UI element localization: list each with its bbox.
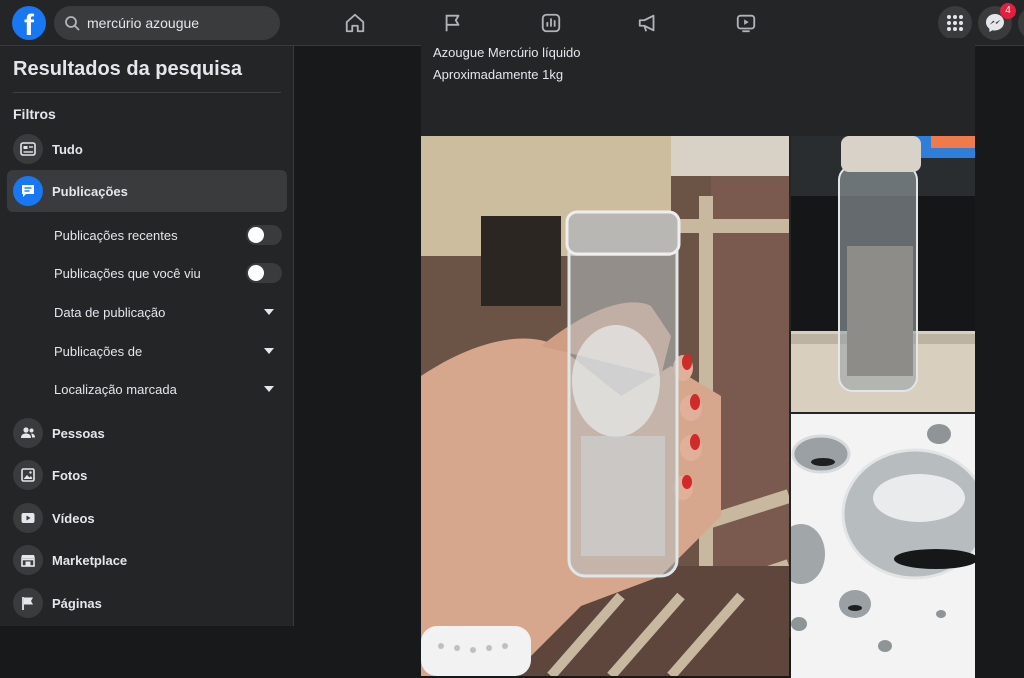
menu-grid-button[interactable]: [938, 6, 972, 40]
post-text-line: Azougue Mercúrio líquido: [433, 45, 581, 60]
all-results-icon: [13, 134, 43, 164]
sidebar-item-label: Páginas: [52, 595, 102, 611]
notification-badge: 4: [1000, 3, 1016, 19]
sidebar-item-label: Pessoas: [52, 425, 105, 441]
marketplace-icon: [13, 545, 43, 575]
notifications-button-partial[interactable]: [1018, 6, 1024, 40]
filter-posts-from[interactable]: Publicações de: [54, 337, 282, 365]
sidebar-item-label: Marketplace: [52, 552, 128, 568]
sidebar-item-people[interactable]: Pessoas: [7, 412, 287, 454]
flag-icon[interactable]: [438, 8, 468, 38]
filter-label: Localização marcada: [54, 381, 177, 397]
post-photo-hand-jar[interactable]: [421, 136, 789, 676]
sidebar-item-label: Vídeos: [52, 510, 95, 526]
filter-date-posted[interactable]: Data de publicação: [54, 298, 282, 326]
pages-icon: [13, 588, 43, 618]
grid-icon: [947, 15, 963, 31]
post-text-line: Aproximadamente 1kg: [433, 67, 564, 82]
sidebar-item-posts[interactable]: Publicações: [7, 170, 287, 212]
recent-posts-toggle[interactable]: [246, 225, 282, 245]
filter-label: Publicações recentes: [54, 227, 178, 243]
megaphone-icon[interactable]: [633, 8, 663, 38]
sidebar-item-pages[interactable]: Páginas: [7, 582, 287, 624]
filter-label: Publicações que você viu: [54, 265, 201, 281]
videos-icon: [13, 503, 43, 533]
sidebar-item-videos[interactable]: Vídeos: [7, 497, 287, 539]
sidebar-item-all[interactable]: Tudo: [7, 128, 287, 170]
posts-seen-toggle[interactable]: [246, 263, 282, 283]
post-photo-jar-shelf[interactable]: [791, 136, 975, 412]
people-icon: [13, 418, 43, 448]
caret-down-icon: [264, 386, 274, 392]
search-results-feed: Azougue Mercúrio líquido Aproximadamente…: [295, 38, 1024, 678]
sidebar-item-label: Fotos: [52, 467, 88, 483]
toggle-knob: [248, 227, 264, 243]
search-box[interactable]: [54, 6, 280, 40]
caret-down-icon: [264, 309, 274, 315]
filter-posts-seen[interactable]: Publicações que você viu: [54, 259, 282, 287]
divider: [13, 92, 281, 93]
photos-icon: [13, 460, 43, 490]
facebook-logo[interactable]: f: [12, 6, 46, 40]
caret-down-icon: [264, 348, 274, 354]
post-text: Azougue Mercúrio líquido Aproximadamente…: [433, 42, 580, 86]
search-filters-sidebar: Resultados da pesquisa Filtros Tudo Publ…: [0, 46, 294, 626]
post-card: Azougue Mercúrio líquido Aproximadamente…: [421, 38, 975, 678]
sidebar-item-label: Tudo: [52, 141, 83, 157]
filter-label: Publicações de: [54, 343, 143, 359]
messenger-button[interactable]: 4: [978, 3, 1016, 40]
home-icon[interactable]: [340, 8, 370, 38]
sidebar-item-photos[interactable]: Fotos: [7, 454, 287, 496]
filter-label: Data de publicação: [54, 304, 166, 320]
sidebar-item-label: Publicações: [52, 183, 128, 199]
filter-tagged-location[interactable]: Localização marcada: [54, 375, 282, 403]
post-photo-mercury-drops[interactable]: [791, 414, 975, 678]
filters-heading: Filtros: [13, 106, 56, 122]
search-input[interactable]: [87, 15, 267, 31]
filter-recent-posts[interactable]: Publicações recentes: [54, 221, 282, 249]
video-icon[interactable]: [731, 8, 761, 38]
posts-icon: [13, 176, 43, 206]
stats-icon[interactable]: [536, 8, 566, 38]
toggle-knob: [248, 265, 264, 281]
search-icon: [65, 16, 80, 31]
page-title: Resultados da pesquisa: [13, 58, 242, 80]
sidebar-item-marketplace[interactable]: Marketplace: [7, 539, 287, 581]
